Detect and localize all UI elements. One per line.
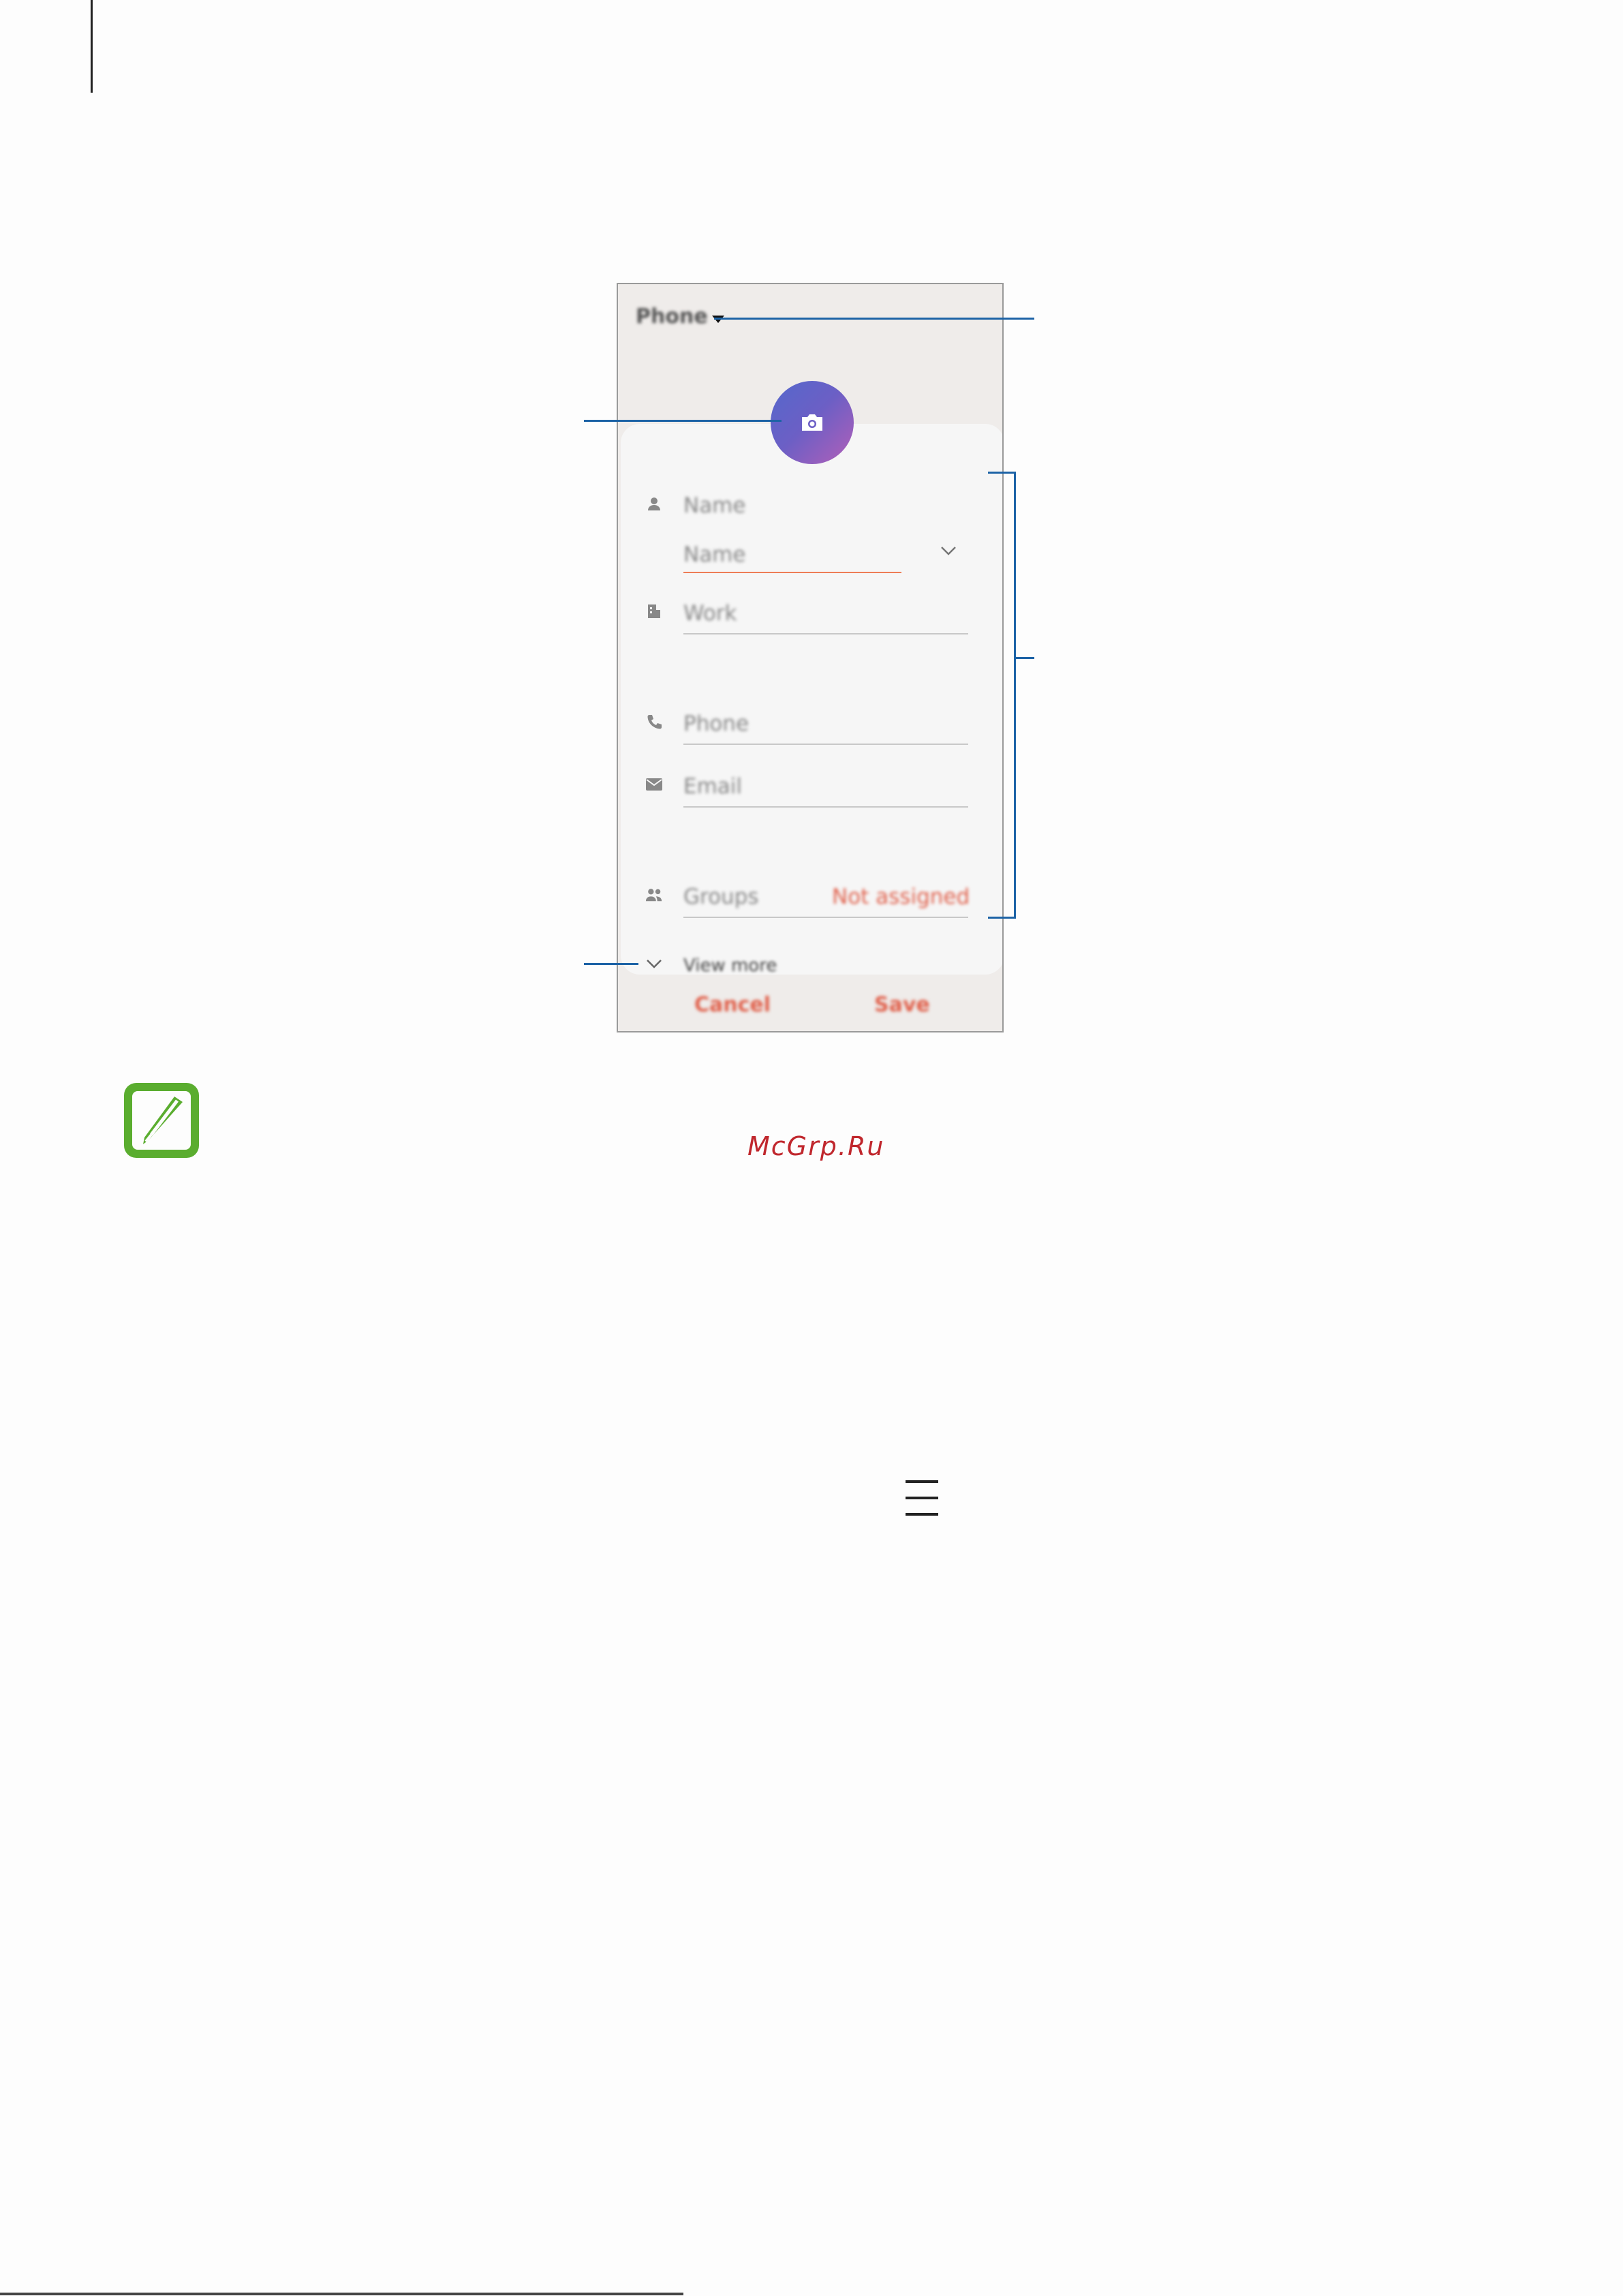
work-input[interactable]: Work [683, 601, 737, 626]
note-icon [121, 1080, 202, 1161]
phone-underline [683, 744, 968, 745]
cancel-button[interactable]: Cancel [694, 993, 771, 1017]
groups-label[interactable]: Groups [683, 885, 759, 909]
callout-bracket-top [988, 472, 1015, 474]
work-underline [683, 633, 968, 634]
camera-icon [802, 414, 822, 431]
save-button[interactable]: Save [874, 993, 930, 1017]
watermark: McGrp.Ru [747, 1131, 885, 1161]
name-input-underline [683, 572, 901, 573]
callout-line-account [714, 318, 1034, 320]
callout-line-view-more [584, 963, 638, 965]
person-icon [645, 495, 663, 512]
account-selector-label: Phone [636, 305, 708, 328]
view-more-link[interactable]: View more [683, 955, 777, 976]
phone-screenshot: Phone Name Name Work Phone Email Groups … [617, 283, 1004, 1032]
menu-icon [904, 1478, 940, 1518]
callout-bracket-stem [1014, 657, 1034, 659]
callout-line-photo [584, 420, 782, 422]
groups-value[interactable]: Not assigned [832, 885, 970, 909]
groups-icon [645, 886, 663, 904]
name-label[interactable]: Name [683, 493, 745, 518]
email-icon [645, 776, 663, 793]
photo-button[interactable] [771, 381, 854, 464]
phone-icon [645, 713, 663, 731]
contact-form-card: Name Name Work Phone Email Groups Not as… [621, 424, 1002, 976]
email-underline [683, 806, 968, 808]
chevron-down-icon[interactable] [940, 544, 957, 560]
view-more-chevron-icon[interactable] [645, 957, 663, 973]
groups-underline [683, 917, 968, 918]
name-input[interactable]: Name [683, 542, 745, 567]
callout-bracket-bottom [988, 917, 1015, 919]
building-icon [645, 602, 663, 620]
callout-bracket-side [1014, 472, 1016, 919]
footer-rule [0, 2293, 683, 2295]
email-input[interactable]: Email [683, 774, 742, 799]
phone-input[interactable]: Phone [683, 711, 749, 736]
margin-rule [91, 0, 93, 93]
